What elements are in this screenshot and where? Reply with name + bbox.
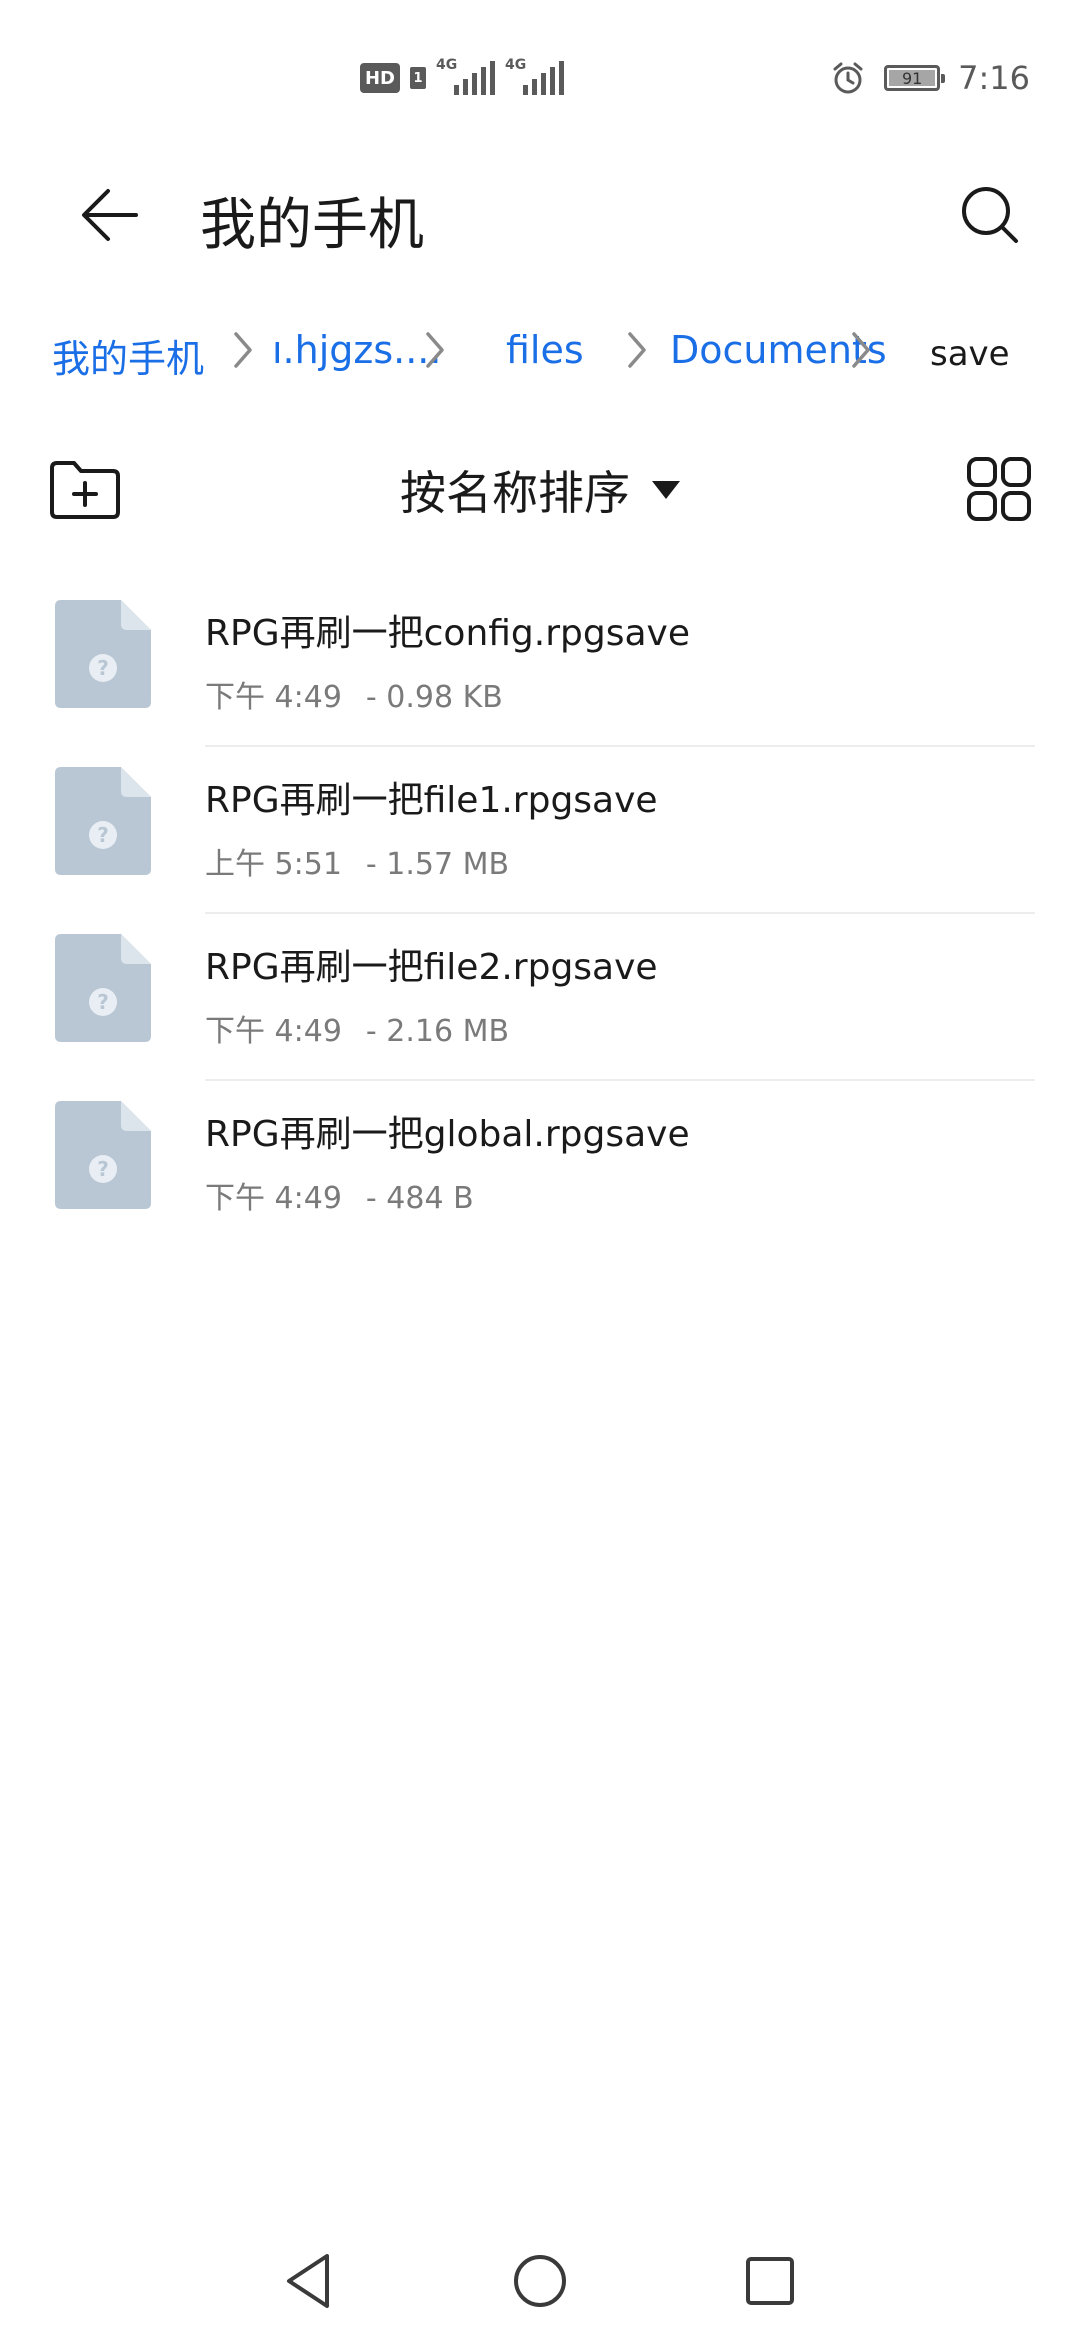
- file-size: - 2.16 MB: [365, 1014, 510, 1049]
- sort-label: 按名称排序: [400, 466, 630, 520]
- file-meta: 下午 4:49 - 0.98 KB: [205, 672, 503, 716]
- file-size: - 1.57 MB: [365, 847, 510, 882]
- unknown-file-icon: ?: [55, 600, 151, 708]
- nav-home-icon[interactable]: [505, 2246, 575, 2316]
- signal-strength-icon-2: 4G: [505, 57, 564, 95]
- chevron-right-icon: [426, 332, 444, 368]
- list-toolbar: 按名称排序: [0, 440, 1080, 540]
- file-list-item[interactable]: ? RPG再刷一把file2.rpgsave 下午 4:49 - 2.16 MB: [0, 914, 1080, 1081]
- file-name: RPG再刷一把config.rpgsave: [205, 613, 690, 654]
- file-name: RPG再刷一把file2.rpgsave: [205, 947, 658, 988]
- unknown-file-icon: ?: [55, 934, 151, 1042]
- breadcrumb: 我的手机 ı.hjgzs.... files Documents save: [0, 310, 1080, 390]
- hd-voice-badge: HD: [360, 63, 400, 93]
- file-list-item[interactable]: ? RPG再刷一把file1.rpgsave 上午 5:51 - 1.57 MB: [0, 747, 1080, 914]
- breadcrumb-item-save: save: [930, 334, 1010, 374]
- unknown-file-icon: ?: [55, 767, 151, 875]
- file-meta: 下午 4:49 - 2.16 MB: [205, 1006, 509, 1050]
- status-bar: HD 1 4G 4G 91 7:16: [0, 0, 1080, 150]
- file-modified-time: 下午 4:49: [205, 680, 342, 715]
- battery-level: 91: [901, 68, 923, 88]
- svg-text:?: ?: [97, 1157, 109, 1181]
- svg-text:?: ?: [97, 823, 109, 847]
- svg-text:?: ?: [97, 656, 109, 680]
- signal-strength-icon-1: 4G: [436, 57, 495, 95]
- file-meta: 上午 5:51 - 1.57 MB: [205, 839, 509, 883]
- file-size: - 484 B: [365, 1181, 474, 1216]
- battery-icon: 91: [884, 65, 946, 91]
- sort-dropdown[interactable]: 按名称排序: [400, 458, 680, 522]
- file-name: RPG再刷一把global.rpgsave: [205, 1114, 690, 1155]
- file-modified-time: 上午 5:51: [205, 847, 342, 882]
- app-header: 我的手机: [0, 150, 1080, 280]
- status-time: 7:16: [958, 59, 1030, 97]
- network-type-label: 4G: [436, 57, 458, 73]
- back-arrow-icon: [82, 189, 138, 241]
- network-type-label: 4G: [505, 57, 527, 73]
- file-modified-time: 下午 4:49: [205, 1014, 342, 1049]
- chevron-right-icon: [852, 332, 870, 368]
- file-modified-time: 下午 4:49: [205, 1181, 342, 1216]
- search-button[interactable]: [950, 175, 1030, 255]
- search-icon: [962, 187, 1018, 243]
- svg-text:?: ?: [97, 990, 109, 1014]
- file-list: ? RPG再刷一把config.rpgsave 下午 4:49 - 0.98 KB…: [0, 580, 1080, 1248]
- file-list-item[interactable]: ? RPG再刷一把config.rpgsave 下午 4:49 - 0.98 KB: [0, 580, 1080, 747]
- grid-view-icon[interactable]: [966, 456, 1032, 522]
- file-meta: 下午 4:49 - 484 B: [205, 1173, 474, 1217]
- file-list-item[interactable]: ? RPG再刷一把global.rpgsave 下午 4:49 - 484 B: [0, 1081, 1080, 1248]
- file-name: RPG再刷一把file1.rpgsave: [205, 780, 658, 821]
- alarm-icon: [833, 62, 863, 94]
- chevron-right-icon: [628, 332, 646, 368]
- file-size: - 0.98 KB: [365, 680, 503, 715]
- system-navigation-bar: [0, 2220, 1080, 2340]
- new-folder-icon[interactable]: [48, 458, 122, 522]
- status-bar-right: 91 7:16: [830, 58, 1030, 98]
- sim-badge: 1: [410, 67, 426, 89]
- caret-down-icon: [652, 481, 680, 499]
- status-bar-left: HD 1 4G 4G: [360, 57, 564, 98]
- breadcrumb-item-my-phone[interactable]: 我的手机: [52, 328, 204, 383]
- chevron-right-icon: [234, 332, 252, 368]
- breadcrumb-item-files[interactable]: files: [506, 328, 584, 372]
- breadcrumb-item-package[interactable]: ı.hjgzs....: [272, 328, 441, 372]
- back-button[interactable]: [70, 175, 150, 255]
- nav-recents-icon[interactable]: [735, 2246, 805, 2316]
- unknown-file-icon: ?: [55, 1101, 151, 1209]
- page-title: 我的手机: [200, 193, 424, 258]
- nav-back-icon[interactable]: [275, 2246, 345, 2316]
